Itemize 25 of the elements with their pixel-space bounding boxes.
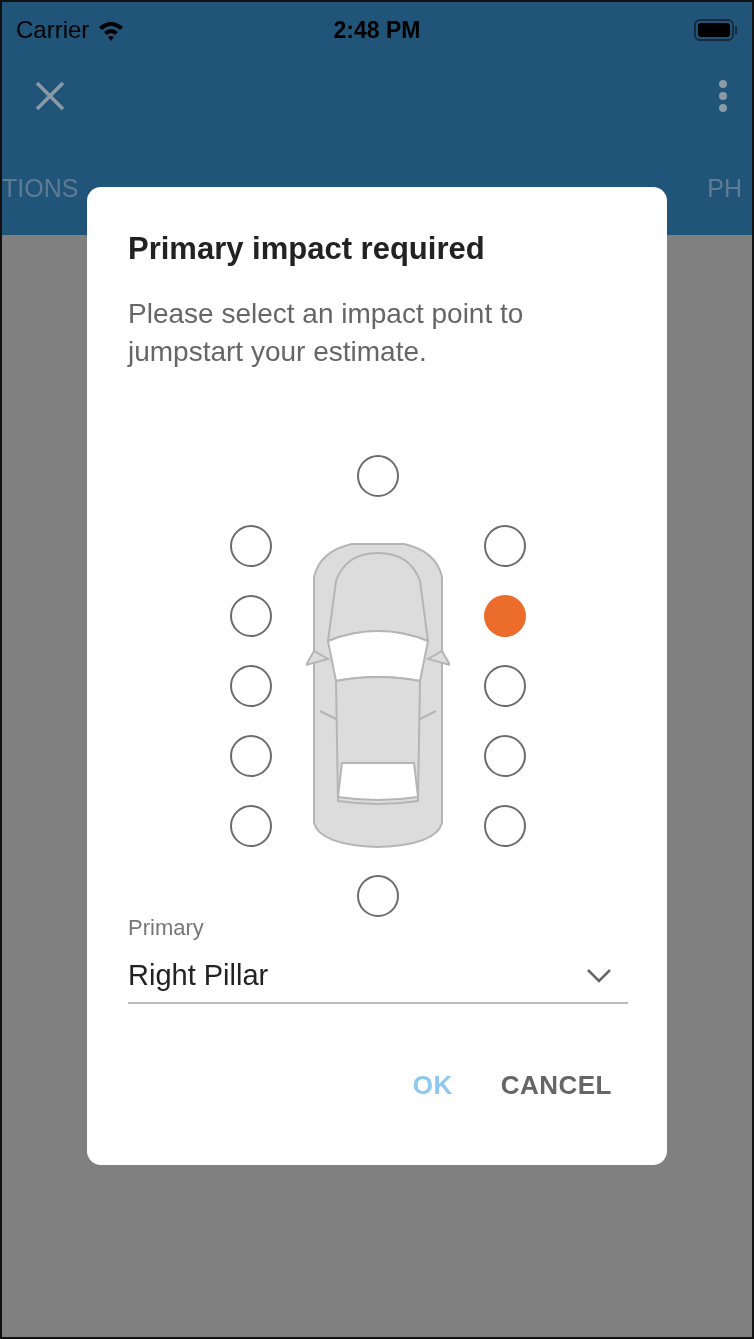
impact-point[interactable] [484, 595, 526, 637]
impact-point[interactable] [357, 455, 399, 497]
select-label: Primary [128, 915, 205, 941]
primary-select[interactable]: Right Pillar [128, 947, 628, 1004]
impact-point[interactable] [230, 525, 272, 567]
impact-point[interactable] [484, 665, 526, 707]
clock-time: 2:48 PM [333, 16, 421, 44]
ok-button[interactable]: OK [412, 1070, 453, 1101]
impact-point[interactable] [484, 805, 526, 847]
dialog-title: Primary impact required [128, 231, 486, 267]
tab[interactable]: TIONS [2, 174, 79, 203]
impact-point[interactable] [230, 735, 272, 777]
impact-point[interactable] [230, 805, 272, 847]
cancel-button[interactable]: CANCEL [500, 1070, 612, 1101]
tab[interactable]: PH [707, 174, 742, 203]
impact-point[interactable] [230, 595, 272, 637]
battery-icon [694, 19, 738, 41]
impact-point[interactable] [230, 665, 272, 707]
impact-point[interactable] [484, 735, 526, 777]
wifi-icon [97, 19, 126, 41]
impact-point[interactable] [357, 875, 399, 917]
impact-point[interactable] [484, 525, 526, 567]
dialog-message: Please select an impact point to jumpstart your estimate. [128, 297, 525, 369]
carrier-label: Carrier [16, 16, 90, 44]
chevron-icon [586, 967, 612, 984]
